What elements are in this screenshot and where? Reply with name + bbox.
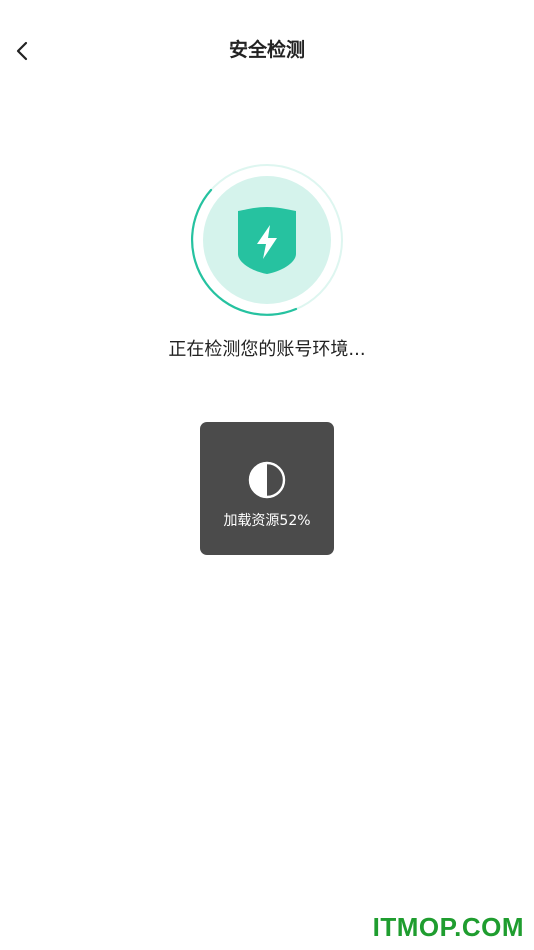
page-title: 安全检测 [228, 39, 305, 61]
scan-indicator [190, 163, 344, 317]
shield-bolt-icon [238, 207, 296, 274]
half-circle-loading-icon [248, 461, 286, 499]
loading-toast-text: 加载资源52% [223, 513, 311, 529]
scan-ring-graphic [191, 164, 343, 316]
watermark: ITMOP.COM [372, 912, 524, 942]
security-check-page: 安全检测 正在检测您的账号环境... 加载资源52% ITMOP.COM [0, 0, 534, 950]
loading-toast: 加载资源52% [200, 422, 334, 555]
header: 安全检测 [0, 0, 534, 100]
scan-status-text: 正在检测您的账号环境... [168, 339, 366, 360]
